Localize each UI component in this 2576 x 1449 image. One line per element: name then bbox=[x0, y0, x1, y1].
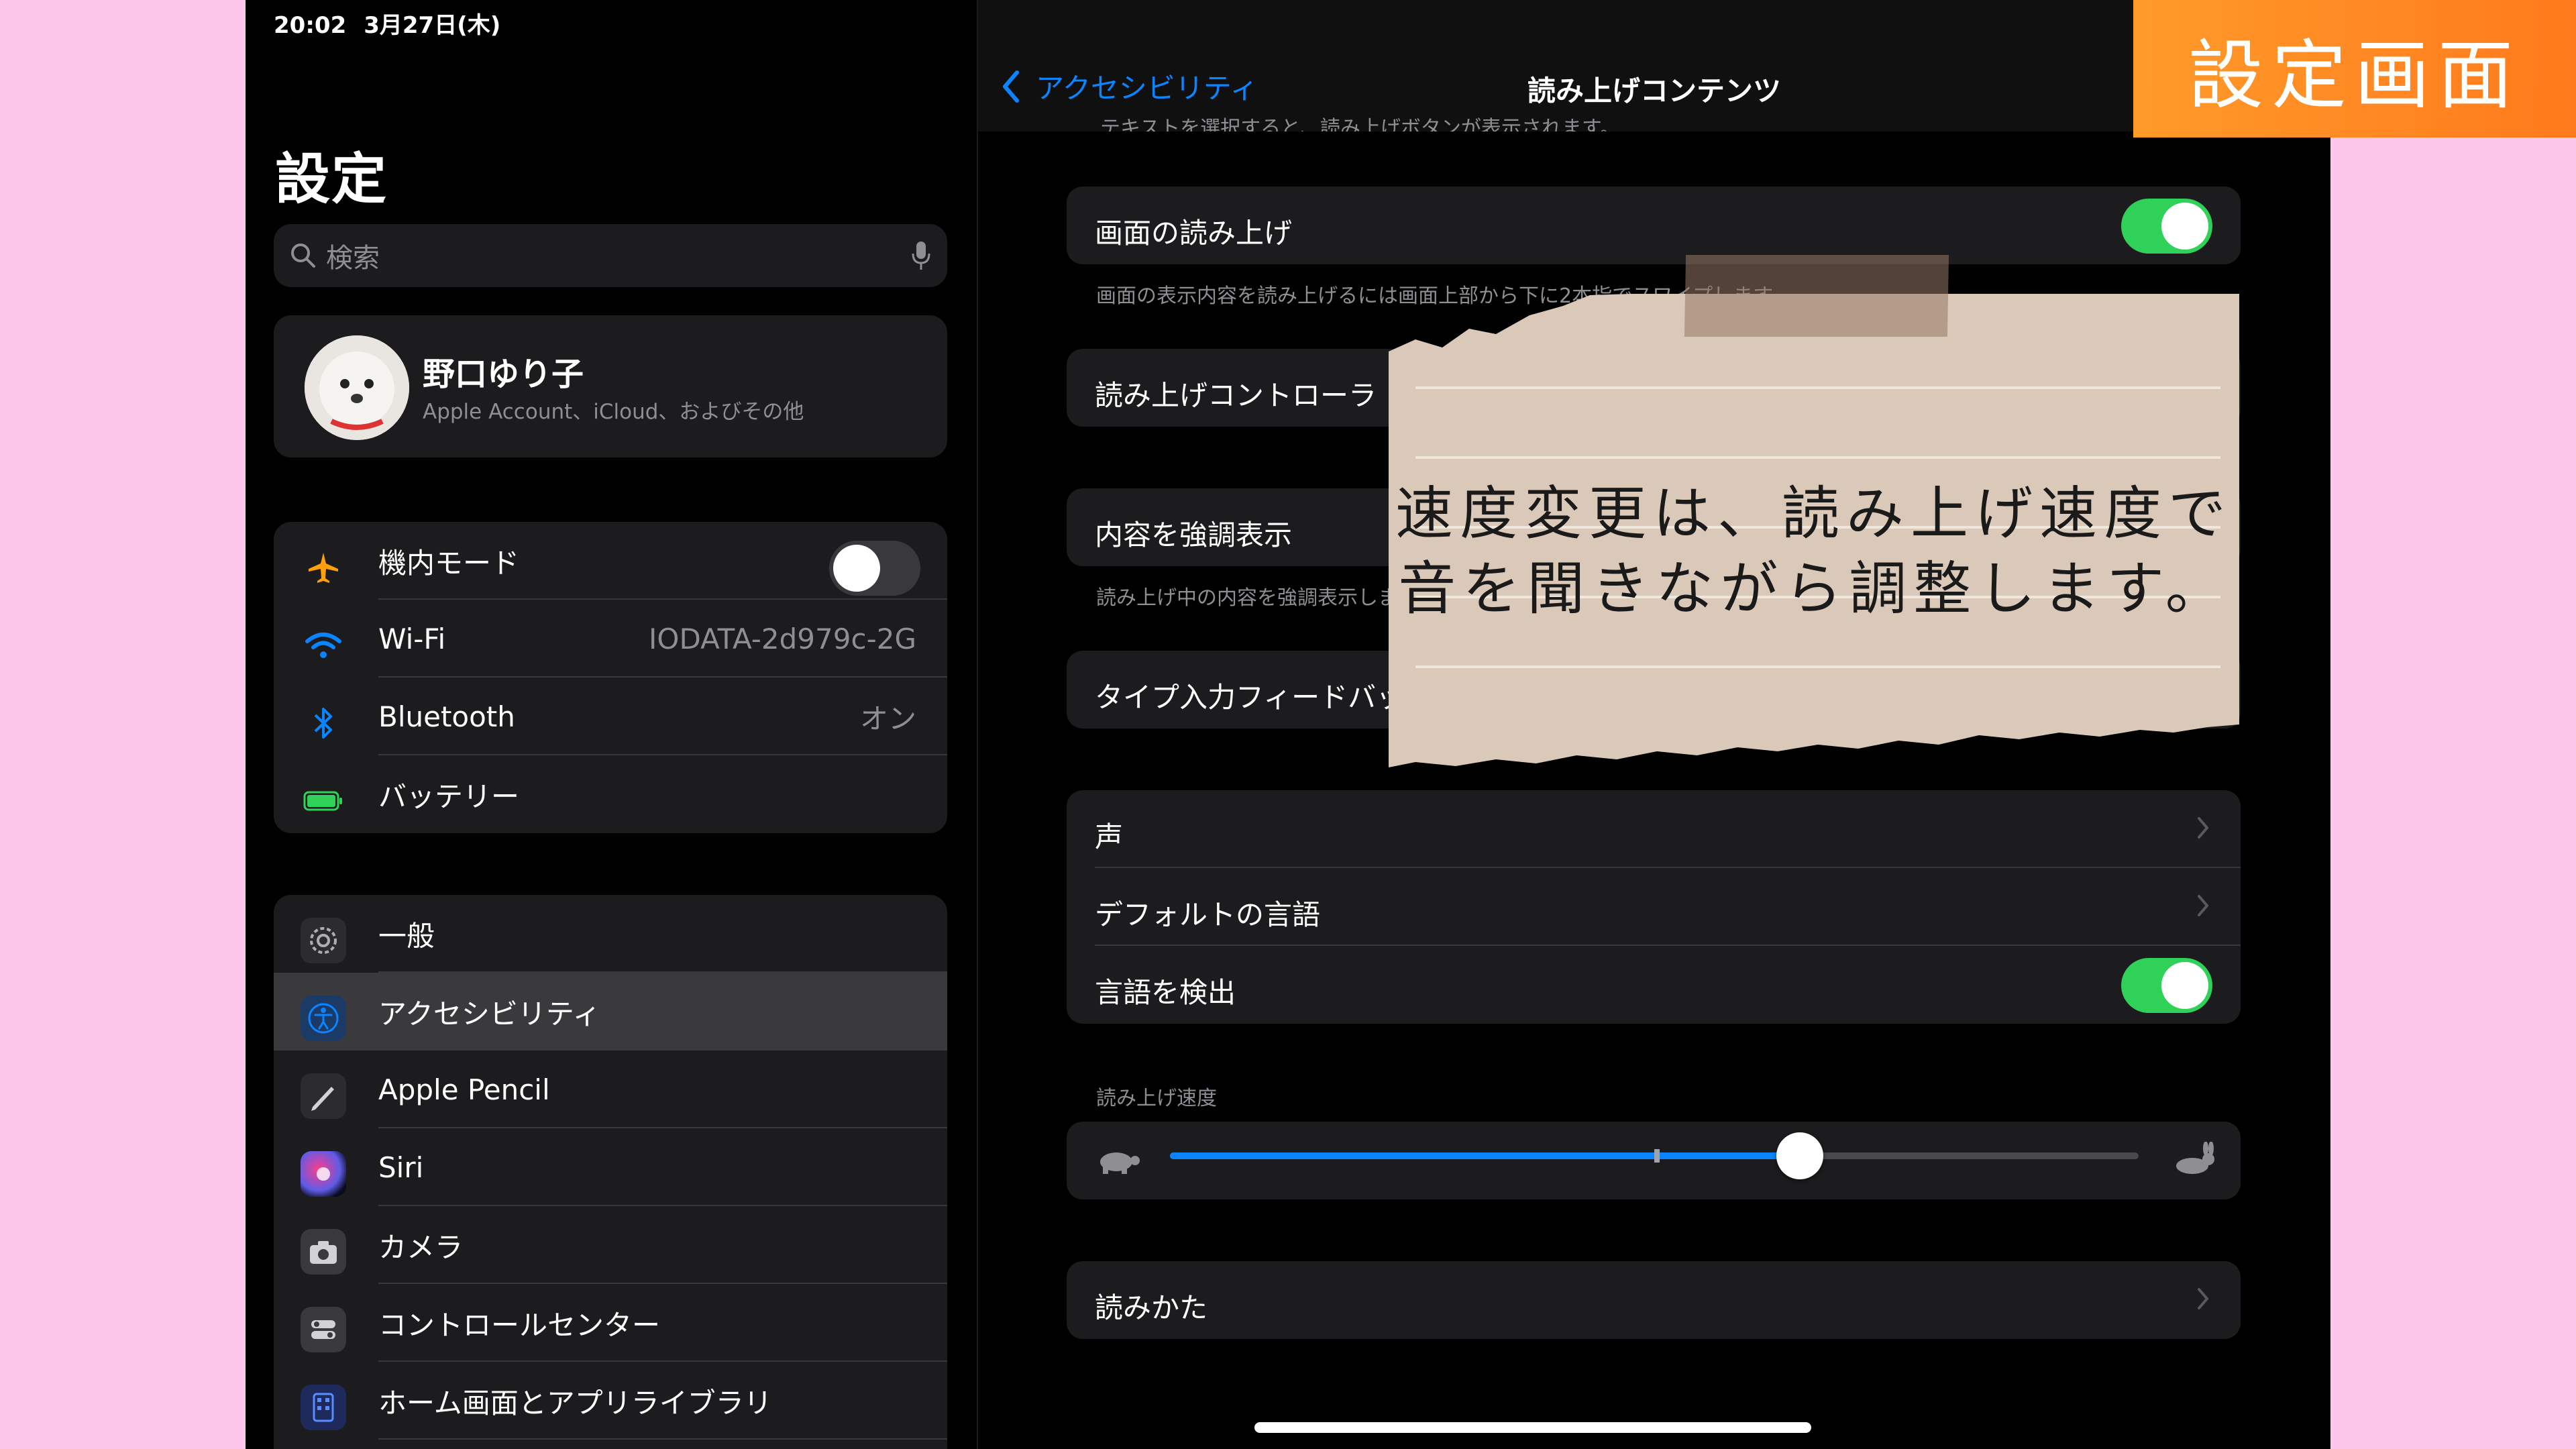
siri-label: Siri bbox=[378, 1150, 424, 1184]
page-title: 読み上げコンテンツ bbox=[1527, 74, 1781, 107]
profile-subtitle: Apple Account、iCloud、およびその他 bbox=[423, 400, 804, 424]
camera-label: カメラ bbox=[378, 1230, 464, 1264]
apple-pencil-label: Apple Pencil bbox=[378, 1073, 550, 1106]
wifi-network-value: IODATA-2d979c-2G bbox=[649, 622, 916, 655]
siri-row[interactable]: Siri bbox=[274, 1128, 947, 1206]
detect-language-row[interactable]: 言語を検出 bbox=[1067, 946, 2241, 1024]
accessibility-label: アクセシビリティ bbox=[378, 997, 601, 1030]
search-placeholder: 検索 bbox=[326, 243, 380, 274]
speak-screen-label: 画面の読み上げ bbox=[1095, 217, 1293, 250]
wifi-icon bbox=[301, 623, 346, 668]
speak-screen-card: 画面の読み上げ bbox=[1067, 186, 2241, 264]
clipped-footer-text: テキストを選択すると、読み上げボタンが表示されます。 bbox=[1100, 117, 1620, 131]
annotation-note: 速度変更は、読み上げ速度で 音を聞きながら調整します。 bbox=[1389, 282, 2239, 778]
chevron-right-icon bbox=[2198, 817, 2209, 839]
wifi-label: Wi-Fi bbox=[378, 622, 446, 655]
home-indicator bbox=[1254, 1422, 1811, 1433]
bluetooth-row[interactable]: Bluetooth オン bbox=[274, 678, 947, 755]
general-row[interactable]: 一般 bbox=[274, 895, 947, 973]
highlight-content-label: 内容を強調表示 bbox=[1095, 519, 1293, 551]
bluetooth-value: オン bbox=[859, 702, 916, 735]
control-center-label: コントロールセンター bbox=[378, 1308, 661, 1342]
accessibility-row[interactable]: アクセシビリティ bbox=[274, 973, 947, 1051]
home-screen-icon bbox=[301, 1385, 346, 1430]
control-center-icon bbox=[301, 1307, 346, 1352]
general-group: 一般 アクセシビリティ Apple Pencil Siri カメラ コントロール… bbox=[274, 895, 947, 1449]
gear-icon bbox=[301, 918, 346, 963]
typing-feedback-label: タイプ入力フィードバック bbox=[1095, 681, 1433, 714]
status-time: 20:02 3月27日(木) bbox=[274, 7, 518, 40]
battery-label: バッテリー bbox=[378, 780, 520, 813]
profile-avatar bbox=[305, 335, 409, 440]
battery-icon bbox=[301, 778, 346, 824]
profile-name: 野口ゆり子 bbox=[423, 356, 584, 393]
settings-sidebar: 20:02 3月27日(木) 設定 検索 野口ゆり子 Apple Account… bbox=[246, 0, 978, 1449]
connectivity-group: 機内モード Wi-Fi IODATA-2d979c-2G Bluetooth オ… bbox=[274, 522, 947, 833]
hare-icon bbox=[2176, 1142, 2214, 1174]
control-center-row[interactable]: コントロールセンター bbox=[274, 1284, 947, 1362]
camera-icon bbox=[301, 1229, 346, 1275]
speaking-rate-header: 読み上げ速度 bbox=[1096, 1087, 1217, 1110]
apple-pencil-row[interactable]: Apple Pencil bbox=[274, 1051, 947, 1128]
status-clock: 20:02 bbox=[274, 12, 347, 39]
section-label-badge: 設定画面 bbox=[2133, 0, 2576, 138]
pencil-icon bbox=[301, 1073, 346, 1119]
speak-screen-toggle[interactable] bbox=[2121, 199, 2212, 254]
chevron-right-icon bbox=[2198, 1288, 2209, 1309]
airplane-icon bbox=[301, 545, 346, 590]
speaking-rate-card bbox=[1067, 1122, 2241, 1199]
default-language-label: デフォルトの言語 bbox=[1095, 898, 1321, 931]
bluetooth-label: Bluetooth bbox=[378, 700, 515, 733]
voices-label: 声 bbox=[1095, 820, 1124, 853]
home-screen-row[interactable]: ホーム画面とアプリライブラリ bbox=[274, 1362, 947, 1440]
highlight-footer: 読み上げ中の内容を強調表示します。 bbox=[1096, 586, 1436, 610]
status-date: 3月27日(木) bbox=[364, 12, 501, 39]
slider-fill bbox=[1170, 1152, 1800, 1159]
note-line-2: 音を聞きながら調整します。 bbox=[1398, 555, 2230, 623]
detect-language-toggle[interactable] bbox=[2121, 958, 2212, 1013]
tape-strip bbox=[1684, 255, 1949, 337]
siri-icon bbox=[301, 1151, 346, 1197]
airplane-mode-toggle[interactable] bbox=[829, 541, 920, 596]
camera-row[interactable]: カメラ bbox=[274, 1206, 947, 1284]
pronunciations-row[interactable]: 読みかた bbox=[1067, 1261, 2241, 1339]
battery-row[interactable]: バッテリー bbox=[274, 755, 947, 833]
chevron-right-icon bbox=[2198, 895, 2209, 916]
general-label: 一般 bbox=[378, 919, 435, 953]
search-field[interactable]: 検索 bbox=[274, 224, 947, 287]
wifi-row[interactable]: Wi-Fi IODATA-2d979c-2G bbox=[274, 600, 947, 678]
navigation-bar: アクセシビリティ 読み上げコンテンツ テキストを選択すると、読み上げボタンが表示… bbox=[978, 0, 2330, 131]
pronunciations-card: 読みかた bbox=[1067, 1261, 2241, 1339]
airplane-mode-label: 機内モード bbox=[378, 546, 520, 580]
apple-account-row[interactable]: 野口ゆり子 Apple Account、iCloud、およびその他 bbox=[274, 315, 947, 458]
speech-controller-label: 読み上げコントローラ bbox=[1095, 379, 1377, 412]
microphone-icon[interactable] bbox=[911, 240, 931, 271]
accessibility-icon bbox=[301, 996, 346, 1041]
detect-language-label: 言語を検出 bbox=[1095, 976, 1236, 1009]
slider-default-tick bbox=[1654, 1149, 1660, 1163]
airplane-mode-row[interactable]: 機内モード bbox=[274, 522, 947, 600]
section-label-text: 設定画面 bbox=[2188, 32, 2521, 119]
default-language-row[interactable]: デフォルトの言語 bbox=[1067, 868, 2241, 946]
voice-language-card: 声 デフォルトの言語 言語を検出 bbox=[1067, 790, 2241, 1024]
slider-thumb[interactable] bbox=[1776, 1132, 1823, 1179]
home-screen-label: ホーム画面とアプリライブラリ bbox=[378, 1386, 772, 1419]
tortoise-icon bbox=[1100, 1152, 1140, 1174]
pronunciations-label: 読みかた bbox=[1095, 1291, 1208, 1324]
speak-screen-row[interactable]: 画面の読み上げ bbox=[1067, 186, 2241, 264]
note-line-1: 速度変更は、読み上げ速度で bbox=[1395, 480, 2233, 547]
sidebar-title: 設定 bbox=[275, 148, 388, 211]
search-icon bbox=[291, 244, 315, 268]
bluetooth-icon bbox=[301, 700, 346, 746]
voices-row[interactable]: 声 bbox=[1067, 790, 2241, 868]
speaking-rate-slider[interactable] bbox=[1170, 1132, 2139, 1179]
